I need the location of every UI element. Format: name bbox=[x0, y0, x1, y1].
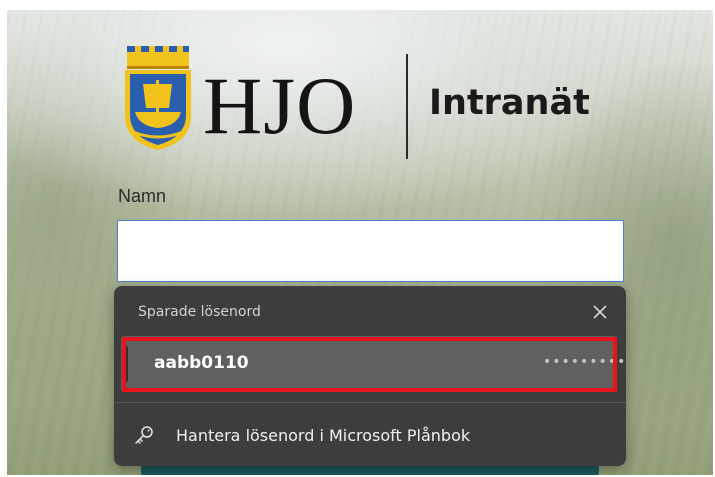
popup-divider bbox=[114, 402, 626, 403]
name-label: Namn bbox=[118, 186, 167, 206]
site-subtitle: Intranät bbox=[429, 83, 590, 123]
saved-username: aabb0110 bbox=[154, 353, 249, 373]
saved-passwords-popup: Sparade lösenord aabb0110 ••••••••• Hant… bbox=[114, 286, 626, 466]
key-icon bbox=[135, 426, 153, 444]
close-button[interactable] bbox=[587, 299, 613, 325]
brand-divider bbox=[406, 54, 408, 159]
saved-passwords-title: Sparade lösenord bbox=[138, 304, 261, 320]
name-input[interactable] bbox=[117, 220, 624, 282]
close-icon bbox=[593, 305, 607, 319]
brand-name: HJO bbox=[203, 60, 357, 151]
saved-password-mask: ••••••••• bbox=[543, 354, 627, 370]
saved-password-item[interactable]: aabb0110 ••••••••• bbox=[121, 336, 625, 392]
hjo-crest-ship-icon bbox=[125, 46, 191, 150]
hjo-logo: HJO Intranät bbox=[119, 46, 639, 172]
manage-passwords-link[interactable]: Hantera lösenord i Microsoft Plånbok bbox=[114, 412, 626, 458]
manage-passwords-label: Hantera lösenord i Microsoft Plånbok bbox=[176, 426, 471, 445]
login-background: HJO Intranät Namn Sparade lösenord aabb0… bbox=[7, 10, 713, 475]
